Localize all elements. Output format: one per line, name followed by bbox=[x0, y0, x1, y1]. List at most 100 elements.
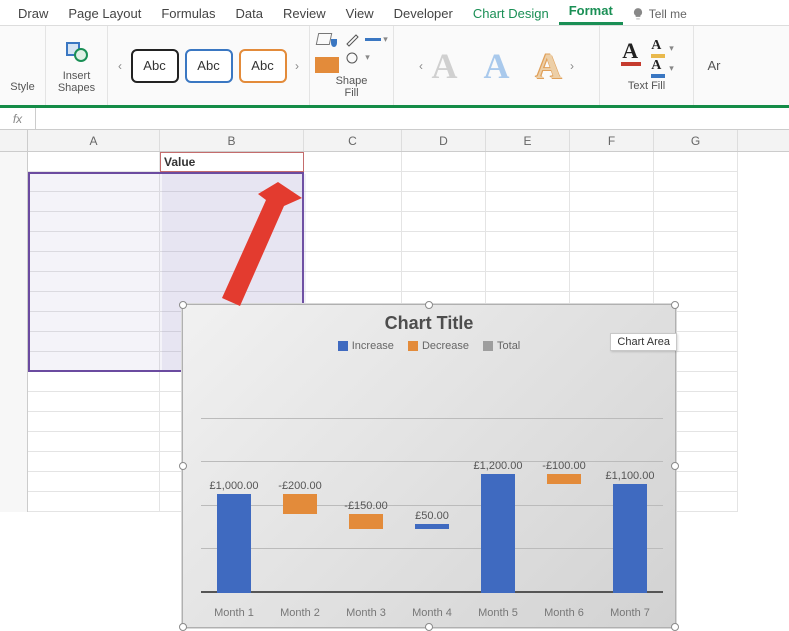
wordart-style-3[interactable]: A bbox=[536, 45, 562, 87]
category-label: Month 5 bbox=[465, 607, 531, 619]
tab-view[interactable]: View bbox=[336, 2, 384, 25]
wordart-next[interactable]: › bbox=[568, 46, 577, 86]
resize-handle[interactable] bbox=[425, 301, 433, 309]
chevron-down-icon: ▾ bbox=[365, 52, 370, 63]
tab-page-layout[interactable]: Page Layout bbox=[58, 2, 151, 25]
col-header-C[interactable]: C bbox=[304, 130, 402, 151]
shape-outline-button[interactable]: ▾ bbox=[345, 33, 388, 47]
tab-draw[interactable]: Draw bbox=[8, 2, 58, 25]
tab-chart-design[interactable]: Chart Design bbox=[463, 2, 559, 25]
ribbon: Style Insert Shapes ‹ Abc Abc Abc › bbox=[0, 26, 789, 108]
chart-bar[interactable] bbox=[217, 494, 251, 593]
chevron-down-icon: ▾ bbox=[669, 43, 674, 54]
tell-me-search[interactable]: Tell me bbox=[623, 3, 695, 25]
tab-review[interactable]: Review bbox=[273, 2, 336, 25]
text-fill-button[interactable]: A bbox=[619, 40, 645, 66]
tab-developer[interactable]: Developer bbox=[384, 2, 463, 25]
cell-B1[interactable]: Value bbox=[160, 152, 304, 172]
text-effects-button[interactable]: A ▾ bbox=[649, 60, 674, 78]
wordart-label-fragment: Ar bbox=[708, 58, 721, 73]
category-label: Month 2 bbox=[267, 607, 333, 619]
lightbulb-icon bbox=[631, 7, 645, 21]
chart-bar[interactable] bbox=[481, 474, 515, 593]
resize-handle[interactable] bbox=[425, 623, 433, 631]
data-label: £1,200.00 bbox=[463, 460, 533, 472]
chart-plot-area[interactable]: £1,000.00-£200.00 -£150.00£50.00 £1,200.00… bbox=[201, 375, 663, 593]
insert-shapes-icon[interactable] bbox=[60, 38, 94, 68]
shape-style-next[interactable]: › bbox=[293, 46, 302, 86]
fx-label[interactable]: fx bbox=[0, 108, 36, 130]
legend-total: Total bbox=[483, 340, 520, 352]
resize-handle[interactable] bbox=[671, 623, 679, 631]
data-label: -£150.00 bbox=[331, 500, 401, 512]
resize-handle[interactable] bbox=[179, 462, 187, 470]
category-label: Month 7 bbox=[597, 607, 663, 619]
group-text-fill: A A ▾ A ▾ Text Fill bbox=[600, 26, 694, 105]
col-header-E[interactable]: E bbox=[486, 130, 570, 151]
chart-bar[interactable] bbox=[547, 474, 581, 484]
chart-object[interactable]: Chart Area Chart Title Increase Decrease… bbox=[182, 304, 676, 628]
group-wordart-styles: ‹ A A A › bbox=[394, 26, 600, 105]
abc-label: Abc bbox=[251, 58, 273, 73]
tab-format[interactable]: Format bbox=[559, 0, 623, 25]
wordart-style-1[interactable]: A bbox=[432, 45, 458, 87]
bucket-icon[interactable] bbox=[315, 33, 337, 55]
data-label: £1,000.00 bbox=[199, 480, 269, 492]
wordart-style-2[interactable]: A bbox=[484, 45, 510, 87]
select-all-corner[interactable] bbox=[0, 130, 28, 151]
shape-effects-button[interactable]: ▾ bbox=[345, 51, 388, 65]
shape-style-prev[interactable]: ‹ bbox=[116, 46, 125, 86]
ribbon-tabs: Draw Page Layout Formulas Data Review Vi… bbox=[0, 0, 789, 26]
category-axis-labels: Month 1Month 2Month 3Month 4Month 5Month… bbox=[201, 607, 663, 619]
shape-style-3[interactable]: Abc bbox=[239, 49, 287, 83]
group-shape-fill: ▾ ▾ Shape Fill bbox=[310, 26, 394, 105]
pen-icon bbox=[345, 33, 363, 47]
tell-me-label: Tell me bbox=[649, 7, 687, 21]
abc-label: Abc bbox=[197, 58, 219, 73]
text-fill-label: Text Fill bbox=[628, 80, 665, 92]
resize-handle[interactable] bbox=[179, 623, 187, 631]
col-header-G[interactable]: G bbox=[654, 130, 738, 151]
legend-decrease: Decrease bbox=[408, 340, 469, 352]
shape-style-2[interactable]: Abc bbox=[185, 49, 233, 83]
chart-bar[interactable] bbox=[283, 494, 317, 514]
shape-style-1[interactable]: Abc bbox=[131, 49, 179, 83]
col-header-F[interactable]: F bbox=[570, 130, 654, 151]
chart-legend[interactable]: Increase Decrease Total bbox=[183, 340, 675, 352]
col-header-D[interactable]: D bbox=[402, 130, 486, 151]
resize-handle[interactable] bbox=[671, 462, 679, 470]
resize-handle[interactable] bbox=[179, 301, 187, 309]
text-outline-button[interactable]: A ▾ bbox=[649, 40, 674, 58]
chart-tooltip: Chart Area bbox=[610, 333, 677, 351]
chart-bar[interactable] bbox=[349, 514, 383, 529]
abc-label: Abc bbox=[143, 58, 165, 73]
category-label: Month 4 bbox=[399, 607, 465, 619]
data-label: -£100.00 bbox=[529, 460, 599, 472]
group-shape-styles: ‹ Abc Abc Abc › bbox=[108, 26, 310, 105]
column-headers: A B C D E F G bbox=[0, 130, 789, 152]
chart-bar[interactable] bbox=[613, 484, 647, 593]
data-label: -£200.00 bbox=[265, 480, 335, 492]
chart-bar[interactable] bbox=[415, 524, 449, 529]
data-label: £1,100.00 bbox=[595, 470, 665, 482]
insert-shapes-label: Insert Shapes bbox=[58, 70, 95, 94]
group-style: Style bbox=[0, 26, 46, 105]
wordart-prev[interactable]: ‹ bbox=[417, 46, 426, 86]
chart-title[interactable]: Chart Title bbox=[183, 313, 675, 334]
tab-data[interactable]: Data bbox=[226, 2, 273, 25]
resize-handle[interactable] bbox=[671, 301, 679, 309]
group-insert-shapes: Insert Shapes bbox=[46, 26, 108, 105]
formula-bar: fx bbox=[0, 108, 789, 130]
shape-fill-swatch[interactable] bbox=[315, 57, 339, 73]
effects-icon bbox=[345, 51, 363, 65]
x-axis bbox=[201, 591, 663, 593]
style-group-label: Style bbox=[10, 81, 34, 93]
col-header-A[interactable]: A bbox=[28, 130, 160, 151]
col-header-B[interactable]: B bbox=[160, 130, 304, 151]
chevron-down-icon: ▾ bbox=[383, 34, 388, 45]
formula-input[interactable] bbox=[36, 108, 789, 129]
legend-increase: Increase bbox=[338, 340, 394, 352]
data-label: £50.00 bbox=[397, 510, 467, 522]
tab-formulas[interactable]: Formulas bbox=[151, 2, 225, 25]
category-label: Month 3 bbox=[333, 607, 399, 619]
